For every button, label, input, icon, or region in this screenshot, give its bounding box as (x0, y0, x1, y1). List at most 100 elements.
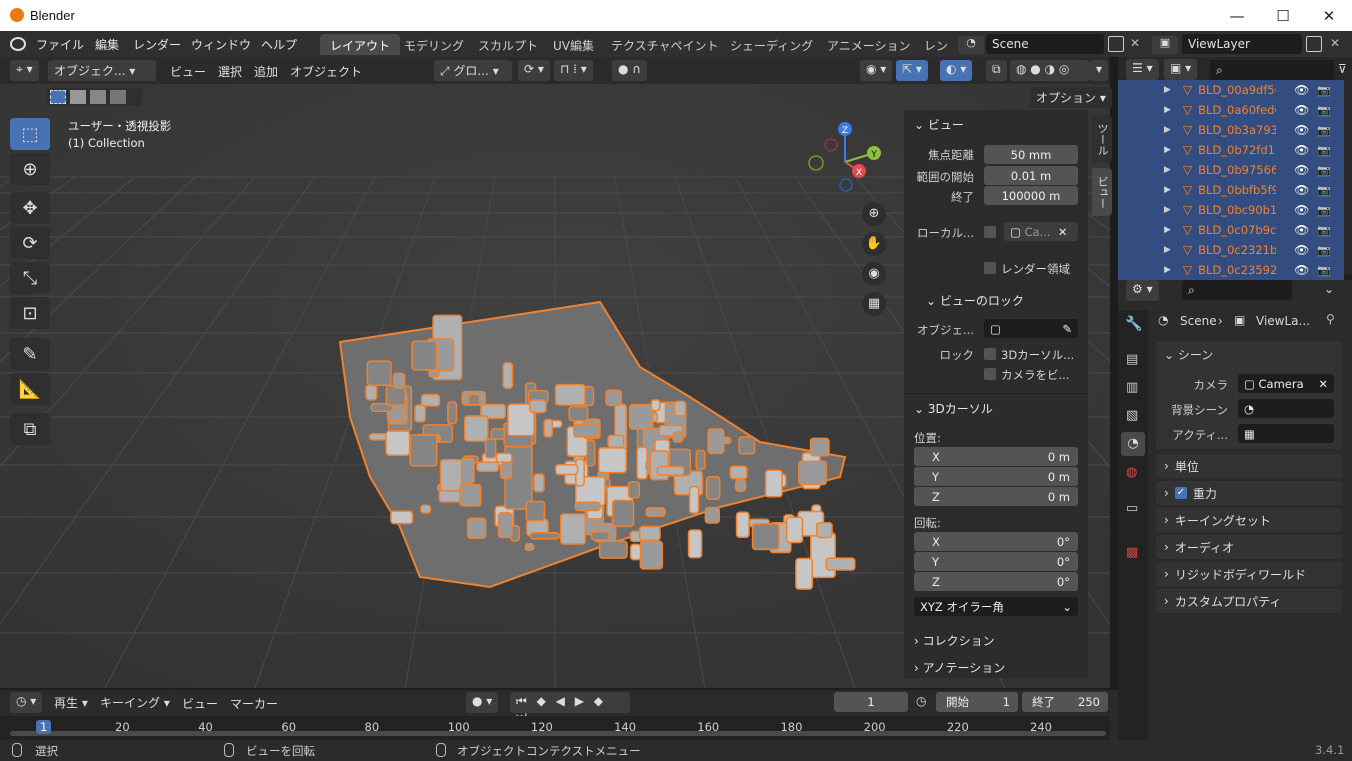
overlay-toggle[interactable]: ◐ ▾ (940, 60, 973, 81)
tab-rendering[interactable]: レン (914, 34, 958, 55)
select-new-icon[interactable] (50, 90, 66, 104)
timeline-scrubber-area[interactable] (0, 716, 1110, 740)
outliner-item-name[interactable]: BLD_0c2321bf- (1198, 243, 1276, 257)
cursor-loc-z[interactable]: Z 0 m (914, 487, 1078, 506)
preview-range-icon[interactable]: ◷ (916, 694, 926, 708)
tab-tool[interactable]: ツール (1092, 115, 1112, 163)
cursor-section-header[interactable]: ⌄ 3Dカーソル (914, 400, 993, 417)
visibility-eye-icon[interactable]: 👁 (1294, 183, 1309, 197)
view-layer-field[interactable]: ViewLayer (1182, 34, 1302, 54)
shading-modes[interactable]: ◍ ● ◑ ◎ (1010, 60, 1090, 81)
render-tab-icon[interactable]: ▤ (1126, 352, 1138, 367)
start-frame-field[interactable]: 開始 1 (936, 692, 1018, 712)
outliner-row[interactable]: ▶ ▽ BLD_0b72fd16- 👁 📷 (1118, 140, 1344, 160)
delete-view-layer-icon[interactable]: ✕ (1330, 36, 1340, 50)
editor-type-button[interactable]: ⌖ ▾ (10, 60, 39, 81)
outliner-display-mode[interactable]: ▣ ▾ (1164, 59, 1198, 80)
close-icon[interactable]: ✕ (1306, 0, 1352, 31)
cursor-rot-z[interactable]: Z 0° (914, 572, 1078, 591)
outliner-item-name[interactable]: BLD_0c07b9cd (1198, 223, 1276, 237)
playback-controls[interactable]: ⏮ ◆ ◀ ▶ ◆ ⏭ (510, 692, 630, 723)
scene-field[interactable]: Scene (986, 34, 1104, 54)
menu-window[interactable]: ウィンドウ (191, 36, 251, 53)
local-camera-checkbox[interactable] (984, 226, 996, 238)
expand-arrow-icon[interactable]: ▶ (1164, 145, 1171, 155)
outliner-row[interactable]: ▶ ▽ BLD_0c07b9cd 👁 📷 (1118, 220, 1344, 240)
visibility-eye-icon[interactable]: 👁 (1294, 103, 1309, 117)
expand-arrow-icon[interactable]: ▶ (1164, 85, 1171, 95)
menu-help[interactable]: ヘルプ (261, 36, 297, 53)
properties-editor-icon[interactable]: ⚙ ▾ (1126, 280, 1159, 301)
navigation-gizmo[interactable]: Z Y X (800, 117, 890, 207)
properties-section[interactable]: › キーイングセット (1156, 508, 1342, 532)
minimize-icon[interactable]: — (1214, 0, 1260, 31)
local-camera-field[interactable]: ▢ Ca... ✕ (1004, 222, 1078, 241)
delete-scene-icon[interactable]: ✕ (1130, 36, 1140, 50)
render-camera-icon[interactable]: 📷 (1317, 124, 1331, 137)
outliner-search[interactable]: ⌕ (1210, 60, 1334, 80)
pan-hand-icon[interactable]: ✋ (862, 232, 886, 256)
outliner-row[interactable]: ▶ ▽ BLD_0bbfb5f9-4 👁 📷 (1118, 180, 1344, 200)
menu-object[interactable]: オブジェクト (290, 63, 362, 80)
cursor-tool[interactable]: ⊕ (10, 153, 50, 185)
cursor-loc-x[interactable]: X 0 m (914, 447, 1078, 466)
tab-modeling[interactable]: モデリング (394, 34, 474, 55)
render-camera-icon[interactable]: 📷 (1317, 104, 1331, 117)
outliner-item-name[interactable]: BLD_00a9df50- (1198, 83, 1276, 97)
rotate-tool[interactable]: ⟳ (10, 227, 50, 259)
transform-tool[interactable]: ⊡ (10, 297, 50, 329)
tab-view[interactable]: ビュー (1092, 168, 1112, 216)
render-camera-icon[interactable]: 📷 (1317, 224, 1331, 237)
maximize-icon[interactable]: ☐ (1260, 0, 1306, 31)
menu-add[interactable]: 追加 (254, 63, 278, 80)
end-frame-field[interactable]: 終了 250 (1022, 692, 1108, 712)
properties-section[interactable]: › 単位 (1156, 454, 1342, 478)
annotation-section-header[interactable]: › アノテーション (914, 659, 1005, 676)
snap-toggle[interactable]: ⊓ ⁞ ▾ (554, 60, 593, 81)
pin-icon[interactable]: ⚲ (1326, 312, 1335, 326)
active-clip-field[interactable]: ▦ (1238, 424, 1334, 443)
outliner-item-name[interactable]: BLD_0bc90b15 (1198, 203, 1276, 217)
world-tab-icon[interactable]: ◍ (1126, 465, 1137, 480)
render-camera-icon[interactable]: 📷 (1317, 84, 1331, 97)
select-extend-icon[interactable] (70, 90, 86, 104)
output-tab-icon[interactable]: ▥ (1126, 380, 1138, 395)
tab-animation[interactable]: アニメーション (817, 34, 921, 55)
view-layer-tab-icon[interactable]: ▧ (1126, 408, 1138, 423)
visibility-eye-icon[interactable]: 👁 (1294, 143, 1309, 157)
autokey-button[interactable]: ● ▾ (466, 692, 499, 713)
menu-render[interactable]: レンダー (133, 36, 181, 53)
playhead[interactable]: 1 (36, 720, 52, 734)
marker-menu[interactable]: マーカー (230, 695, 278, 712)
properties-section[interactable]: › ✓ 重力 (1156, 481, 1342, 505)
render-camera-icon[interactable]: 📷 (1317, 164, 1331, 177)
collection-section-header[interactable]: › コレクション (914, 632, 995, 649)
outliner-item-name[interactable]: BLD_0a60fed0- (1198, 103, 1276, 117)
rotation-mode-select[interactable]: XYZ オイラー角 ⌄ (914, 597, 1078, 616)
properties-search[interactable]: ⌕ (1182, 280, 1292, 300)
outliner-row[interactable]: ▶ ▽ BLD_0b975665 👁 📷 (1118, 160, 1344, 180)
properties-section[interactable]: › リジッドボディワールド (1156, 562, 1342, 586)
move-tool[interactable]: ✥ (10, 192, 50, 224)
outliner-row[interactable]: ▶ ▽ BLD_00a9df50- 👁 📷 (1118, 80, 1344, 100)
lock-cursor-checkbox[interactable] (984, 348, 996, 360)
timeline-editor-icon[interactable]: ◷ ▾ (10, 692, 43, 713)
outliner-item-name[interactable]: BLD_0c235923 (1198, 263, 1276, 277)
timeline-scrollbar[interactable] (10, 731, 1106, 736)
properties-section[interactable]: › カスタムプロパティ (1156, 589, 1342, 613)
annotate-tool[interactable]: ✎ (10, 338, 50, 370)
zoom-icon[interactable]: ⊕ (862, 202, 886, 226)
gizmo-toggle[interactable]: ⇱ ▾ (896, 60, 928, 81)
render-camera-icon[interactable]: 📷 (1317, 264, 1331, 277)
tab-shading[interactable]: シェーディング (720, 34, 823, 55)
tab-layout[interactable]: レイアウト (320, 34, 401, 55)
outliner-item-name[interactable]: BLD_0bbfb5f9-4 (1198, 183, 1276, 197)
render-camera-icon[interactable]: 📷 (1317, 204, 1331, 217)
blender-menu-icon[interactable] (10, 37, 26, 51)
eyedropper-icon[interactable]: ✎ (1062, 322, 1072, 336)
tab-sculpt[interactable]: スカルプト (468, 34, 548, 55)
collection-tab-icon[interactable]: ▭ (1126, 501, 1138, 516)
outliner-item-name[interactable]: BLD_0b3a793a (1198, 123, 1276, 137)
render-camera-icon[interactable]: 📷 (1317, 144, 1331, 157)
gravity-checkbox[interactable]: ✓ (1174, 487, 1187, 499)
